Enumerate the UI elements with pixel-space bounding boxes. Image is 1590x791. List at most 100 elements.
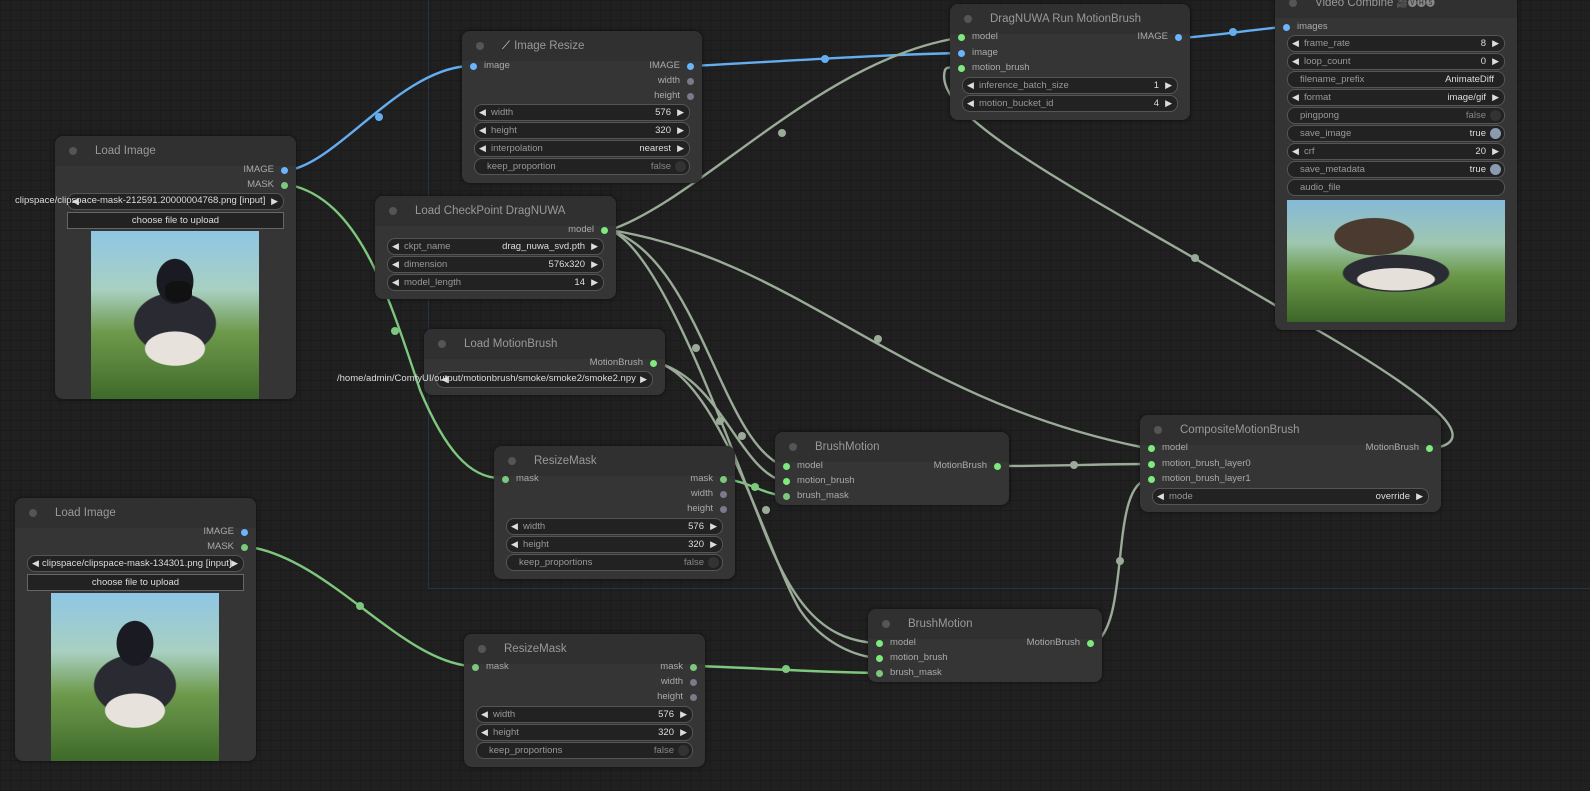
node-title[interactable]: BrushMotion xyxy=(868,609,1102,639)
arrow-left-icon[interactable]: ◀ xyxy=(511,519,518,534)
frame-rate-widget[interactable]: ◀ frame_rate 8 ▶ xyxy=(1287,35,1505,52)
toggle-off-icon[interactable] xyxy=(708,557,719,568)
input-pin-icon[interactable] xyxy=(1148,460,1155,468)
output-pin-icon[interactable] xyxy=(687,77,694,85)
output-motionbrush[interactable]: MotionBrush xyxy=(590,356,657,370)
output-pin-icon[interactable] xyxy=(720,490,727,498)
collapse-dot-icon[interactable] xyxy=(389,207,397,215)
output-pin-icon[interactable] xyxy=(241,528,248,536)
arrow-right-icon[interactable]: ▶ xyxy=(1165,96,1172,111)
arrow-left-icon[interactable]: ◀ xyxy=(392,275,399,290)
input-images[interactable]: images xyxy=(1283,20,1328,34)
keep-proportion-toggle[interactable]: keep_proportion false xyxy=(474,158,690,175)
output-height[interactable]: height xyxy=(654,89,694,103)
output-width[interactable]: width xyxy=(658,74,694,88)
node-load-image-2[interactable]: Load Image IMAGE MASK ◀ clipspace/clipspa… xyxy=(15,498,256,761)
node-video-combine[interactable]: Video Combine 🎥🅥🅗🅢 images ◀ frame_rate 8 ▶ … xyxy=(1275,0,1517,330)
input-model[interactable]: model xyxy=(783,459,823,473)
arrow-right-icon[interactable]: ▶ xyxy=(1165,78,1172,93)
output-pin-icon[interactable] xyxy=(601,226,608,234)
output-pin-icon[interactable] xyxy=(687,62,694,70)
crf-widget[interactable]: ◀ crf 20 ▶ xyxy=(1287,143,1505,160)
toggle-on-icon[interactable] xyxy=(1490,128,1501,139)
input-brush-mask[interactable]: brush_mask xyxy=(783,489,849,503)
output-pin-icon[interactable] xyxy=(720,505,727,513)
output-motionbrush[interactable]: MotionBrush xyxy=(934,459,1001,473)
arrow-right-icon[interactable]: ▶ xyxy=(231,556,238,571)
toggle-off-icon[interactable] xyxy=(1490,110,1501,121)
node-resize-mask-2[interactable]: ResizeMask mask mask width height ◀ width… xyxy=(464,634,705,767)
input-pin-icon[interactable] xyxy=(1283,23,1290,31)
arrow-right-icon[interactable]: ▶ xyxy=(710,537,717,552)
arrow-right-icon[interactable]: ▶ xyxy=(710,519,717,534)
arrow-left-icon[interactable]: ◀ xyxy=(1292,36,1299,51)
arrow-right-icon[interactable]: ▶ xyxy=(1492,144,1499,159)
arrow-left-icon[interactable]: ◀ xyxy=(1292,144,1299,159)
input-pin-icon[interactable] xyxy=(958,49,965,57)
arrow-right-icon[interactable]: ▶ xyxy=(591,275,598,290)
output-pin-icon[interactable] xyxy=(1087,639,1094,647)
input-pin-icon[interactable] xyxy=(876,669,883,677)
motion-bucket-id-widget[interactable]: ◀ motion_bucket_id 4 ▶ xyxy=(962,95,1178,112)
input-motion-brush[interactable]: motion_brush xyxy=(783,474,855,488)
input-mask[interactable]: mask xyxy=(502,472,539,486)
input-pin-icon[interactable] xyxy=(1148,444,1155,452)
input-pin-icon[interactable] xyxy=(502,475,509,483)
node-title[interactable]: Load Image xyxy=(55,136,296,166)
save-metadata-toggle[interactable]: save_metadata true xyxy=(1287,161,1505,178)
arrow-right-icon[interactable]: ▶ xyxy=(1492,90,1499,105)
input-motion-brush[interactable]: motion_brush xyxy=(958,61,1030,75)
output-pin-icon[interactable] xyxy=(994,462,1001,470)
input-model[interactable]: model xyxy=(1148,441,1188,455)
arrow-left-icon[interactable]: ◀ xyxy=(392,239,399,254)
arrow-left-icon[interactable]: ◀ xyxy=(479,105,486,120)
collapse-dot-icon[interactable] xyxy=(1154,426,1162,434)
output-pin-icon[interactable] xyxy=(690,663,697,671)
inference-batch-size-widget[interactable]: ◀ inference_batch_size 1 ▶ xyxy=(962,77,1178,94)
collapse-dot-icon[interactable] xyxy=(29,509,37,517)
format-combo[interactable]: ◀ format image/gif ▶ xyxy=(1287,89,1505,106)
toggle-off-icon[interactable] xyxy=(678,745,689,756)
input-pin-icon[interactable] xyxy=(876,639,883,647)
node-load-image-1[interactable]: Load Image IMAGE MASK ◀ ▶ clipspace/clips… xyxy=(15,136,296,399)
input-model[interactable]: model xyxy=(958,30,998,44)
output-width[interactable]: width xyxy=(691,487,727,501)
output-model[interactable]: model xyxy=(568,223,608,237)
upload-button[interactable]: choose file to upload xyxy=(27,574,244,591)
node-brush-motion-2[interactable]: BrushMotion model motion_brush brush_mas… xyxy=(868,609,1102,682)
collapse-dot-icon[interactable] xyxy=(476,42,484,50)
collapse-dot-icon[interactable] xyxy=(1289,0,1297,7)
keep-proportions-toggle[interactable]: keep_proportions false xyxy=(476,742,693,759)
arrow-right-icon[interactable]: ▶ xyxy=(677,105,684,120)
output-motionbrush[interactable]: MotionBrush xyxy=(1366,441,1433,455)
node-image-resize[interactable]: ⟋ Image Resize image IMAGE width height ◀… xyxy=(462,31,702,183)
save-image-toggle[interactable]: save_image true xyxy=(1287,125,1505,142)
input-brush-mask[interactable]: brush_mask xyxy=(876,666,942,680)
collapse-dot-icon[interactable] xyxy=(438,340,446,348)
input-model[interactable]: model xyxy=(876,636,916,650)
output-pin-icon[interactable] xyxy=(690,678,697,686)
node-title[interactable]: Load CheckPoint DragNUWA xyxy=(375,196,616,226)
audio-file-input[interactable]: audio_file xyxy=(1287,179,1505,196)
arrow-right-icon[interactable]: ▶ xyxy=(1416,489,1423,504)
height-widget[interactable]: ◀ height 320 ▶ xyxy=(474,122,690,139)
arrow-left-icon[interactable]: ◀ xyxy=(479,141,486,156)
output-pin-icon[interactable] xyxy=(1426,444,1433,452)
output-motionbrush[interactable]: MotionBrush xyxy=(1027,636,1094,650)
output-mask[interactable]: mask xyxy=(690,472,727,486)
node-title[interactable]: Load Image xyxy=(15,498,256,528)
arrow-left-icon[interactable]: ◀ xyxy=(481,725,488,740)
input-pin-icon[interactable] xyxy=(1148,475,1155,483)
arrow-right-icon[interactable]: ▶ xyxy=(680,725,687,740)
input-mask[interactable]: mask xyxy=(472,660,509,674)
toggle-off-icon[interactable] xyxy=(675,161,686,172)
collapse-dot-icon[interactable] xyxy=(789,443,797,451)
node-load-checkpoint[interactable]: Load CheckPoint DragNUWA model ◀ ckpt_nam… xyxy=(375,196,616,299)
pingpong-toggle[interactable]: pingpong false xyxy=(1287,107,1505,124)
arrow-right-icon[interactable]: ▶ xyxy=(591,239,598,254)
node-load-motionbrush[interactable]: Load MotionBrush MotionBrush ◀ ▶ /home/ad… xyxy=(337,329,665,395)
input-image[interactable]: image xyxy=(958,46,998,60)
input-pin-icon[interactable] xyxy=(472,663,479,671)
image-combo[interactable]: ◀ clipspace/clipspace-mask-134301.png [in… xyxy=(27,555,244,572)
input-pin-icon[interactable] xyxy=(958,64,965,72)
